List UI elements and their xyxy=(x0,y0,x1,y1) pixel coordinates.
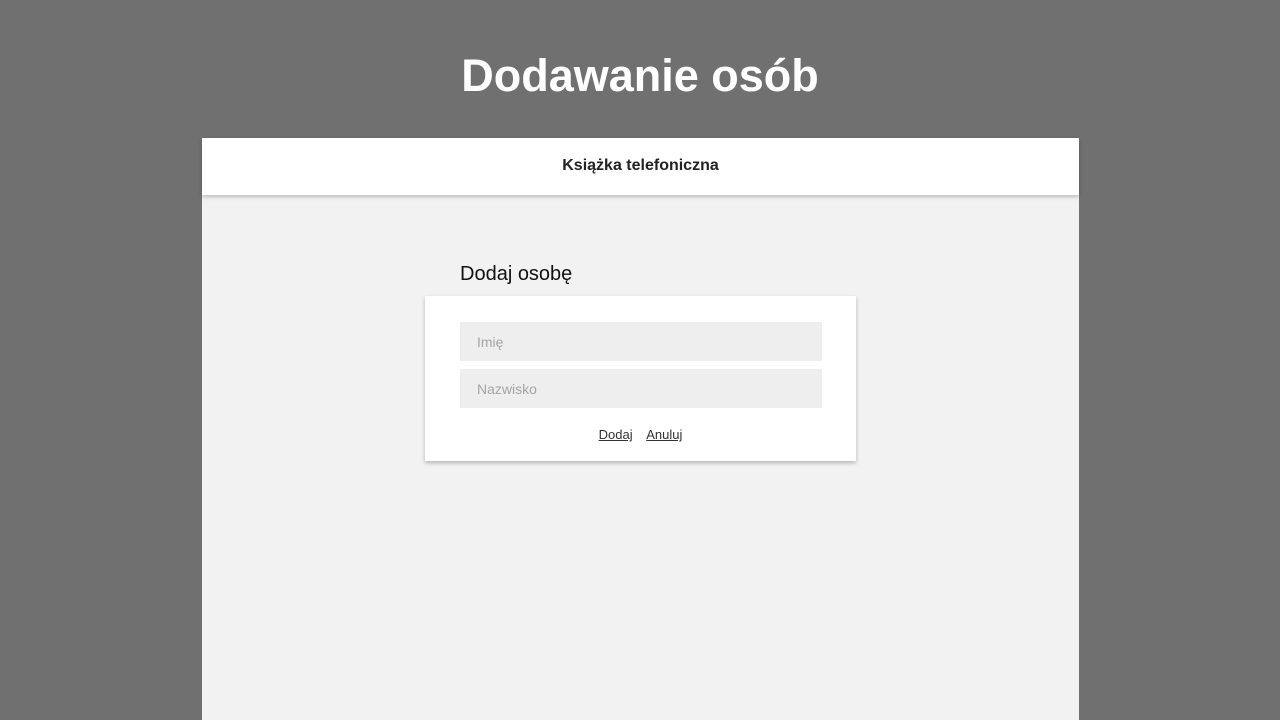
add-link[interactable]: Dodaj xyxy=(599,427,633,442)
app-window: Książka telefoniczna Dodaj osobę Dodaj A… xyxy=(202,138,1079,720)
cancel-link[interactable]: Anuluj xyxy=(646,427,682,442)
app-header-title: Książka telefoniczna xyxy=(562,157,719,174)
app-header: Książka telefoniczna xyxy=(202,138,1079,195)
first-name-input[interactable] xyxy=(460,322,822,361)
form-heading: Dodaj osobę xyxy=(460,263,573,285)
form-actions: Dodaj Anuluj xyxy=(425,426,856,444)
last-name-input[interactable] xyxy=(460,369,822,408)
slide-title: Dodawanie osób xyxy=(461,50,819,101)
add-person-form: Dodaj Anuluj xyxy=(425,296,856,461)
